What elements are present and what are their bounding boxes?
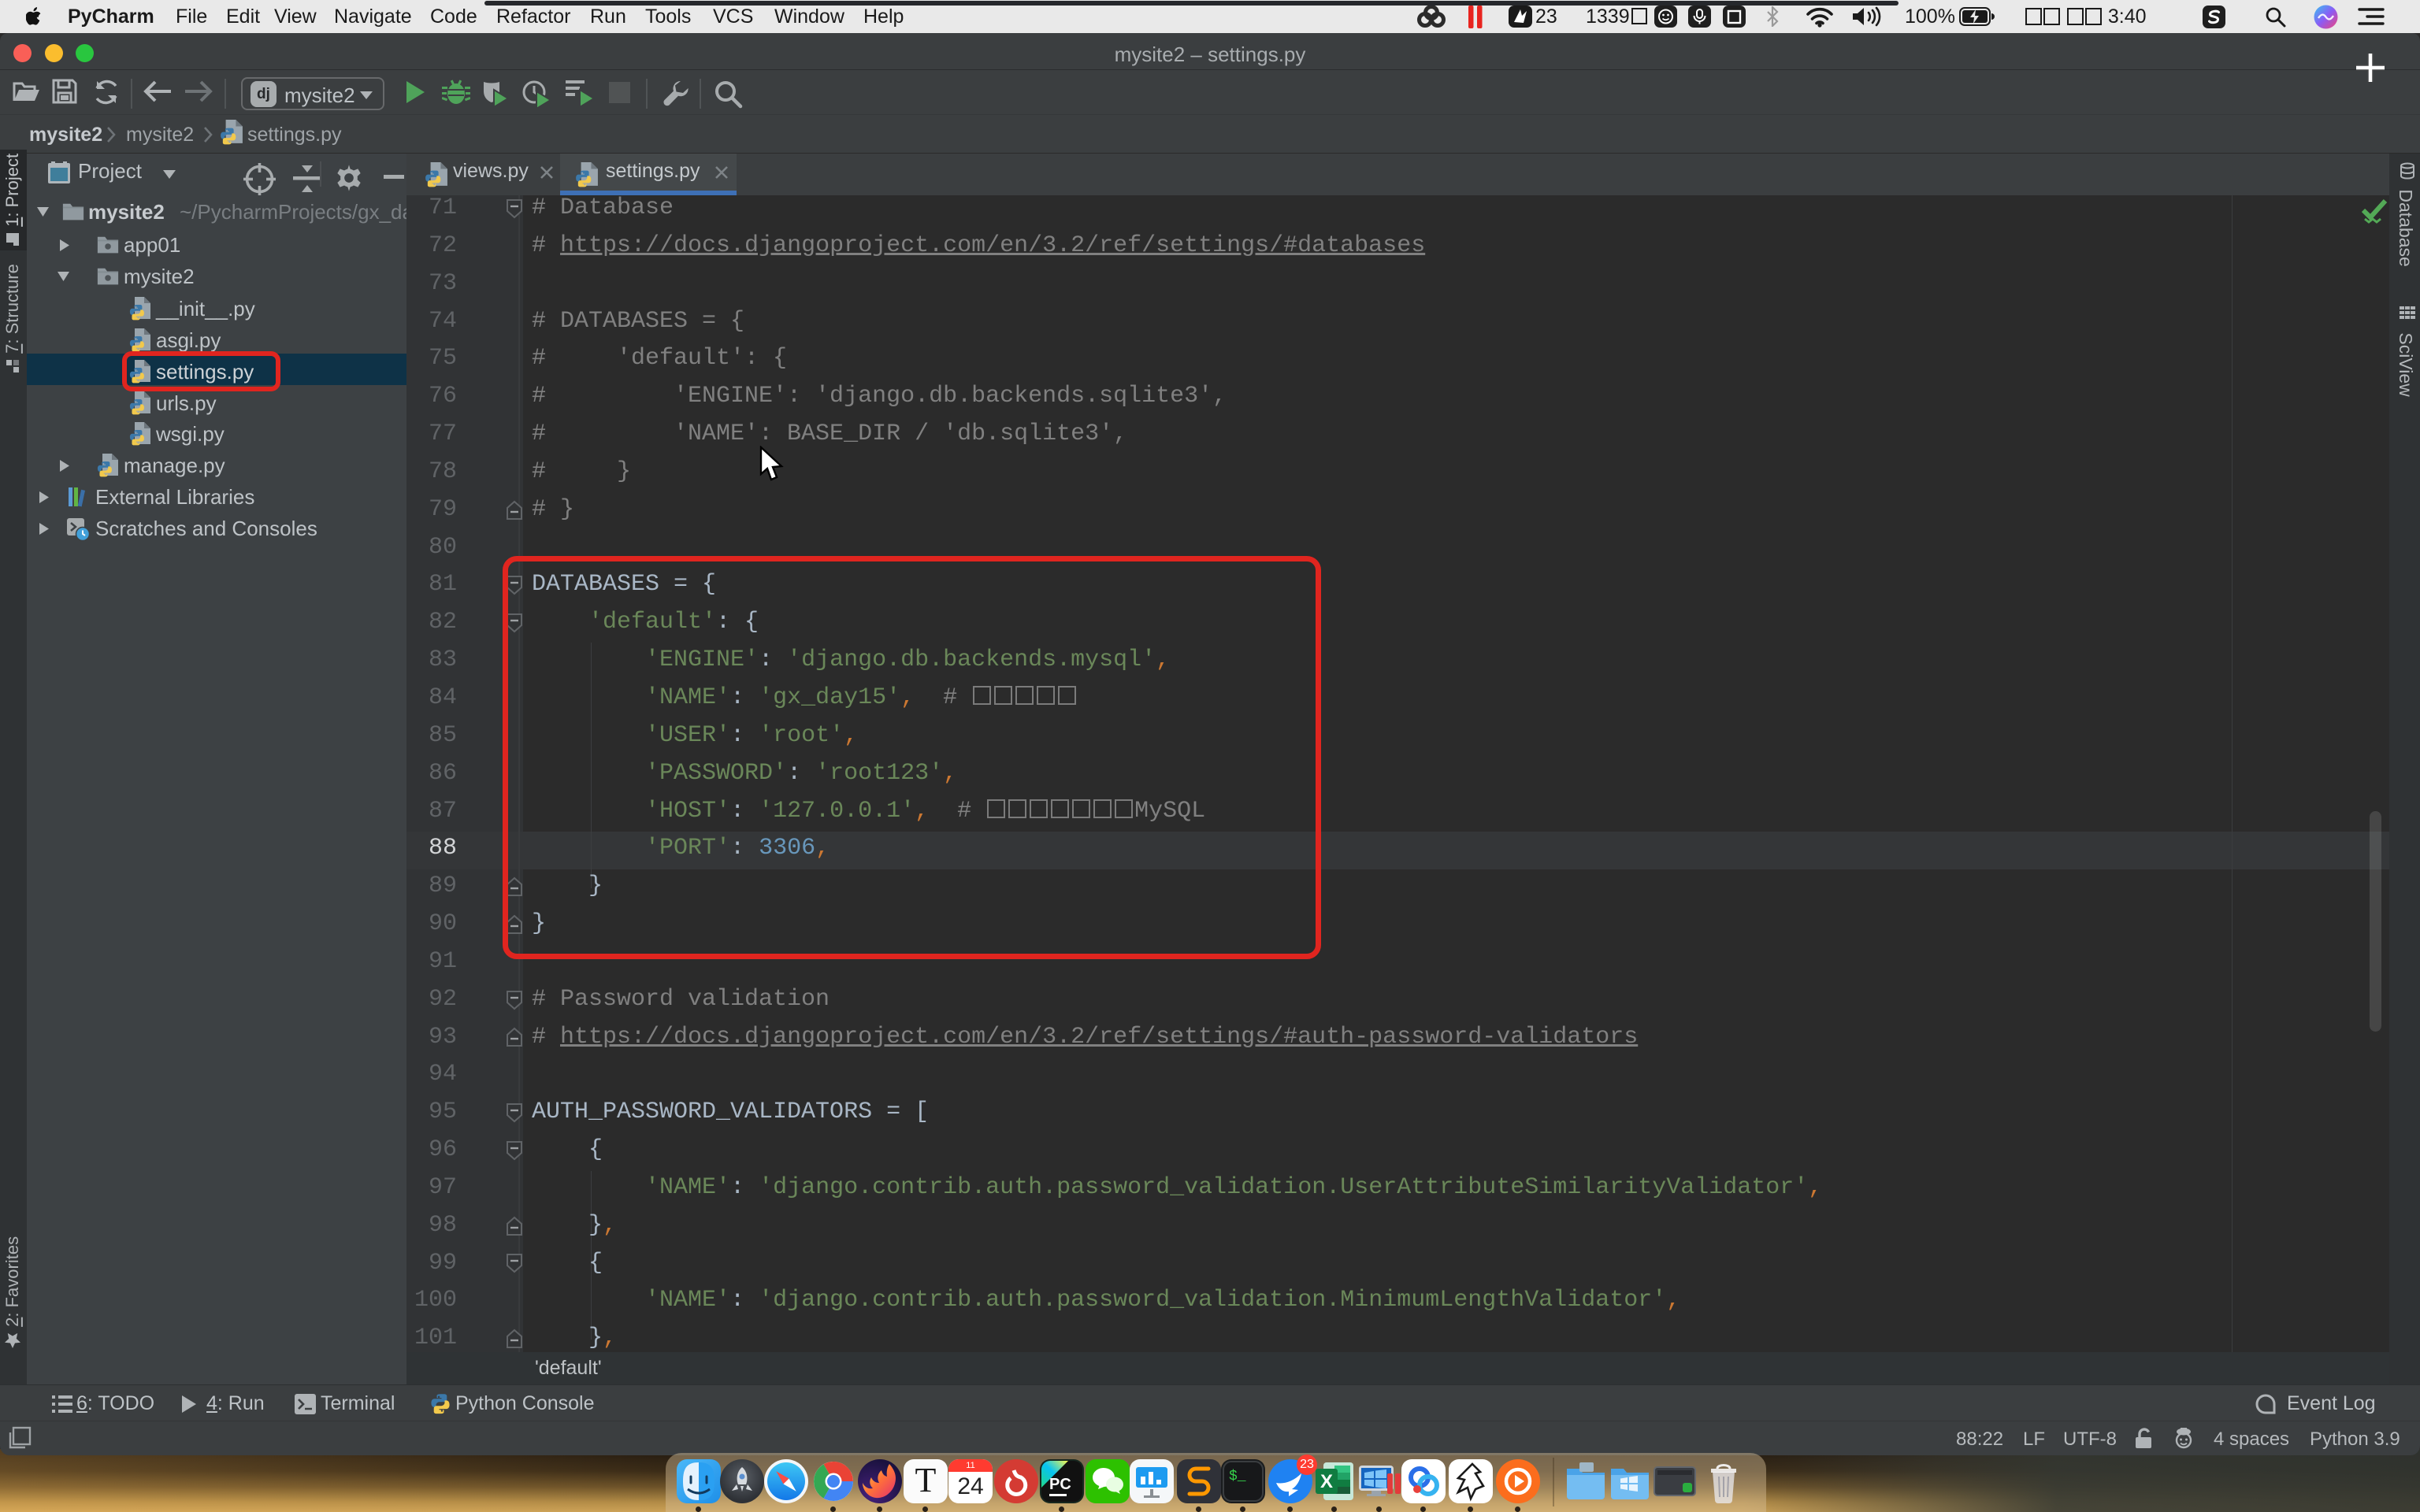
- svg-text:X: X: [1320, 1471, 1333, 1492]
- svg-text:PC: PC: [1049, 1476, 1071, 1493]
- svg-text:$_: $_: [1229, 1469, 1246, 1484]
